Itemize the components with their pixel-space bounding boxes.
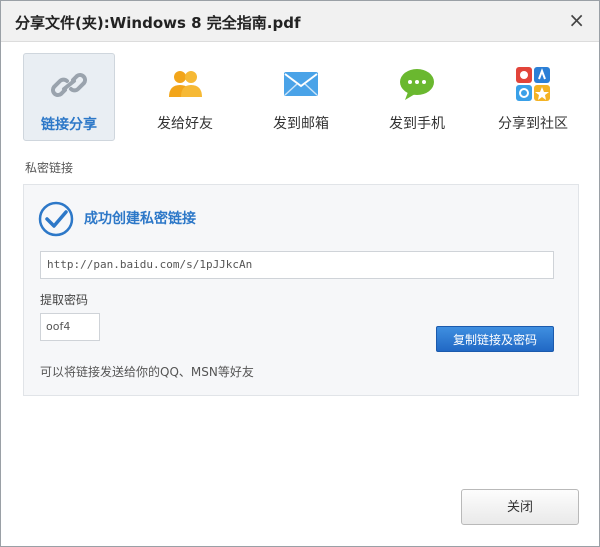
share-dialog: 分享文件(夹):Windows 8 完全指南.pdf × 链接分享 发给好友 发… bbox=[0, 0, 600, 547]
tab-share-community[interactable]: 分享到社区 bbox=[487, 53, 579, 141]
tab-send-email[interactable]: 发到邮箱 bbox=[255, 53, 347, 141]
password-field[interactable]: oof4 bbox=[40, 313, 100, 341]
community-icon bbox=[516, 67, 550, 101]
mail-icon bbox=[284, 72, 318, 96]
tab-send-phone[interactable]: 发到手机 bbox=[371, 53, 463, 141]
section-label: 私密链接 bbox=[25, 161, 74, 175]
close-icon[interactable]: × bbox=[568, 9, 585, 31]
private-link-panel: 成功创建私密链接 http://pan.baidu.com/s/1pJJkcAn… bbox=[23, 184, 579, 396]
link-icon bbox=[51, 73, 87, 97]
copy-link-button[interactable]: 复制链接及密码 bbox=[436, 326, 554, 352]
tab-label: 分享到社区 bbox=[498, 116, 568, 132]
check-circle-icon bbox=[38, 201, 74, 237]
close-button[interactable]: 关闭 bbox=[461, 489, 579, 525]
chat-icon bbox=[400, 69, 434, 100]
share-tabs: 链接分享 发给好友 发到邮箱 发到手机 分享到社区 bbox=[23, 53, 579, 141]
dialog-title: 分享文件(夹):Windows 8 完全指南.pdf bbox=[15, 14, 301, 32]
tab-link-share[interactable]: 链接分享 bbox=[23, 53, 115, 141]
success-message: 成功创建私密链接 bbox=[84, 211, 196, 227]
tab-send-friend[interactable]: 发给好友 bbox=[139, 53, 231, 141]
password-label: 提取密码 bbox=[40, 293, 89, 307]
title-bar: 分享文件(夹):Windows 8 完全指南.pdf × bbox=[1, 1, 599, 42]
hint-text: 可以将链接发送给你的QQ、MSN等好友 bbox=[40, 365, 254, 379]
friends-icon bbox=[169, 71, 202, 97]
tab-label: 发到手机 bbox=[389, 116, 445, 132]
tab-label: 发到邮箱 bbox=[273, 116, 329, 132]
tab-label: 链接分享 bbox=[41, 117, 97, 133]
share-link-field[interactable]: http://pan.baidu.com/s/1pJJkcAn bbox=[40, 251, 554, 279]
tab-label: 发给好友 bbox=[157, 116, 213, 132]
